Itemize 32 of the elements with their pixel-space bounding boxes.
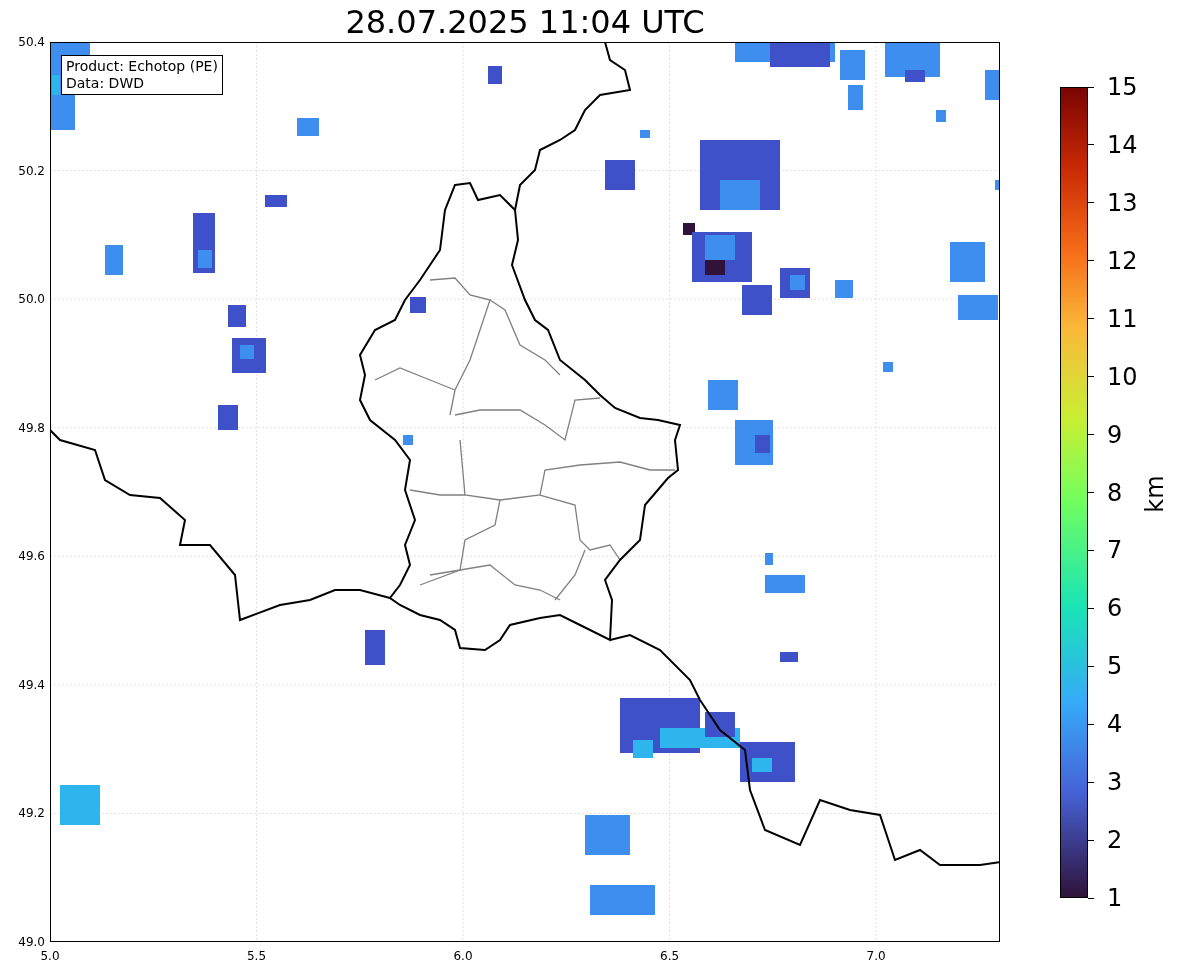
colorbar-tick-label: 13 bbox=[1107, 189, 1138, 216]
axis-tick-label: 50.2 bbox=[18, 163, 45, 178]
axis-tick-label: 7.0 bbox=[866, 949, 886, 963]
colorbar-tick-label: 8 bbox=[1107, 479, 1123, 506]
colorbar-tick-label: 5 bbox=[1107, 653, 1123, 680]
colorbar-tick-label: 4 bbox=[1107, 711, 1123, 738]
legend-text: Data: DWD bbox=[66, 75, 145, 92]
colorbar-tick-label: 10 bbox=[1107, 363, 1138, 390]
chart-title: 28.07.2025 11:04 UTC bbox=[344, 2, 706, 42]
axis-tick-label: 49.2 bbox=[18, 806, 45, 821]
legend-text: Product: Echotop (PE) bbox=[66, 58, 218, 75]
colorbar-tick-label: 9 bbox=[1107, 421, 1123, 448]
colorbar-tick-label: 2 bbox=[1107, 827, 1123, 854]
colorbar-tick-label: 15 bbox=[1107, 74, 1138, 100]
colorbar-tick-label: 6 bbox=[1107, 595, 1123, 622]
colorbar-tick-label: 1 bbox=[1107, 885, 1123, 911]
colorbar-label: km bbox=[1140, 475, 1169, 513]
axis-tick-label: 5.5 bbox=[246, 949, 267, 963]
axis-tick-label: 6.5 bbox=[660, 949, 680, 963]
axis-tick-label: 49.6 bbox=[18, 549, 45, 564]
axis-tick-label: 5.0 bbox=[40, 949, 60, 963]
axis-tick-label: 49.4 bbox=[18, 677, 45, 692]
colorbar-tick-label: 7 bbox=[1107, 537, 1123, 564]
axis-tick-label: 49.0 bbox=[18, 935, 45, 949]
colorbar-tick-label: 11 bbox=[1107, 305, 1138, 332]
axis-tick-label: 6.0 bbox=[453, 949, 473, 963]
axis-tick-label: 50.0 bbox=[18, 292, 45, 307]
colorbar-tick-label: 12 bbox=[1107, 247, 1138, 274]
axis-tick-label: 49.8 bbox=[18, 420, 45, 435]
axis-tick-label: 50.4 bbox=[18, 35, 45, 49]
colorbar-tick-label: 14 bbox=[1107, 131, 1138, 158]
colorbar-tick-label: 3 bbox=[1107, 769, 1123, 796]
